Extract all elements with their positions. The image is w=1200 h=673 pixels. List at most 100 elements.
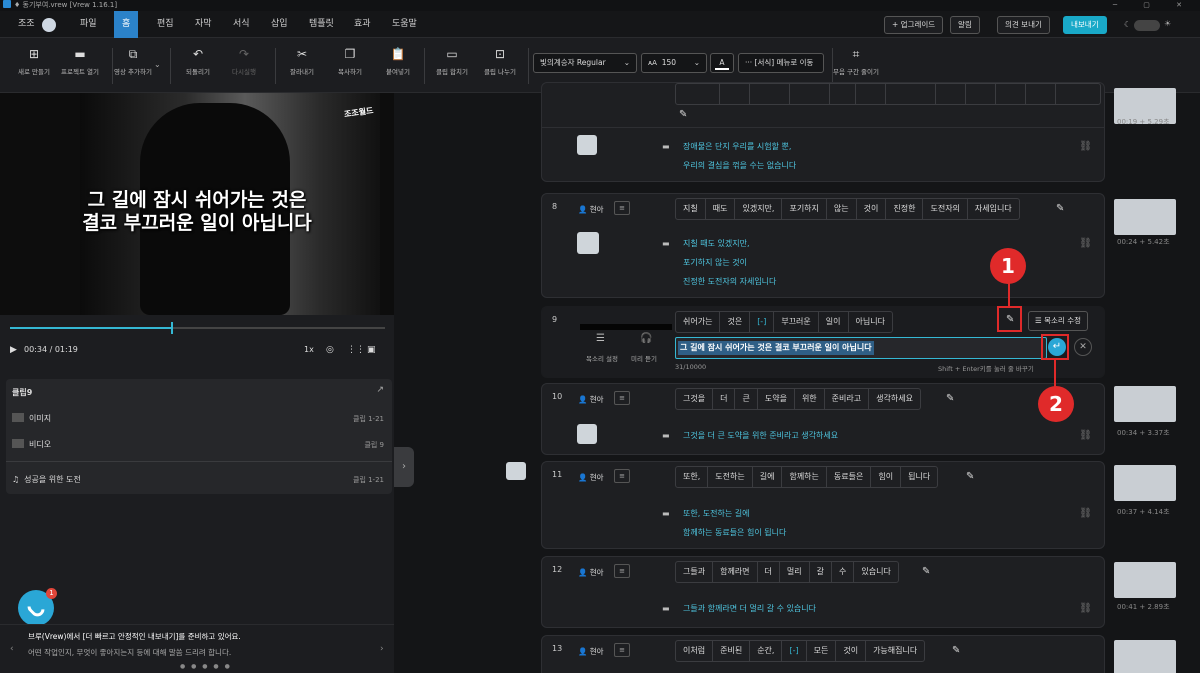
link-icon[interactable]: ⛓: [1079, 238, 1092, 249]
chevron-right-icon[interactable]: ›: [380, 644, 384, 654]
headphones-icon[interactable]: 🎧: [640, 333, 652, 344]
video-preview[interactable]: 조조월드 그 길에 잠시 쉬어가는 것은 결코 부끄러운 일이 아닙니다: [0, 93, 394, 315]
menu-file[interactable]: 파일: [80, 11, 97, 38]
pencil-icon[interactable]: ✎: [679, 109, 687, 120]
pager-dots[interactable]: ● ● ● ● ●: [180, 663, 232, 670]
char-counter: 31/10000: [675, 363, 707, 371]
subtitle-edit-input[interactable]: 그 길에 잠시 쉬어가는 것은 결코 부끄러운 일이 아닙니다: [675, 337, 1047, 359]
notice-banner: 브루(Vrew)에서 [더 빠르고 안정적인 내보내기]를 준비하고 있어요. …: [0, 624, 394, 673]
menu-icon[interactable]: ≡: [614, 391, 630, 405]
speed-button[interactable]: 1x: [304, 345, 314, 354]
paste-button[interactable]: 📋 붙여넣기: [372, 47, 424, 76]
pencil-icon[interactable]: ✎: [966, 471, 974, 482]
scissors-icon: ✂: [296, 47, 308, 61]
link-icon[interactable]: ⛓: [1079, 508, 1092, 519]
menu-icon[interactable]: ≡: [614, 469, 630, 483]
close-icon[interactable]: ✕: [1074, 338, 1092, 356]
menu-template[interactable]: 템플릿: [309, 11, 334, 38]
pencil-icon[interactable]: ✎: [922, 566, 930, 577]
feedback-button[interactable]: 의견 보내기: [997, 16, 1050, 34]
link-icon[interactable]: ⛓: [1079, 603, 1092, 614]
speaker-label[interactable]: 👤 현아: [578, 646, 604, 657]
clip-card-13[interactable]: 13 👤 현아 ≡ 이처럼 준비된 순간, [-] 모든 것이 가능해집니다 ✎: [541, 635, 1105, 673]
upgrade-button[interactable]: + 업그레이드: [884, 16, 944, 34]
clip-card-7[interactable]: ✎ ▬ 장애물은 단지 우리를 시험할 뿐, 우리의 결심을 꺾을 수는 없습니…: [541, 82, 1105, 182]
user-name: 조조: [18, 19, 35, 29]
capture-icon[interactable]: ◎: [326, 345, 334, 355]
clip-thumbnail[interactable]: [577, 135, 597, 155]
font-color-button[interactable]: A: [710, 53, 734, 73]
clip-thumbnail[interactable]: [577, 232, 599, 254]
timeline-thumbnail[interactable]: [1114, 465, 1176, 501]
progress-knob[interactable]: [171, 322, 174, 334]
redo-button[interactable]: ↷ 다시실행: [218, 47, 270, 76]
menu-home[interactable]: 홈: [114, 11, 139, 38]
menu-insert[interactable]: 삽입: [271, 11, 288, 38]
sliders-icon[interactable]: ☰: [596, 333, 605, 344]
speaker-label[interactable]: 👤 현아: [578, 204, 604, 215]
timeline-thumbnail[interactable]: [1114, 386, 1176, 422]
menu-effects[interactable]: 효과: [354, 11, 371, 38]
speaker-label[interactable]: 👤 현아: [578, 567, 604, 578]
font-select[interactable]: 빛의계승자 Regular ⌄: [533, 53, 637, 73]
grid-icon[interactable]: ⋮⋮: [347, 345, 365, 355]
format-menu-button[interactable]: ··· [서식] 메뉴로 이동: [738, 53, 824, 73]
clip-thumbnail[interactable]: [577, 424, 597, 444]
floating-thumbnail[interactable]: [506, 462, 526, 480]
speaker-label[interactable]: 👤 현아: [578, 394, 604, 405]
open-project-button[interactable]: ▬ 프로젝트 열기: [54, 47, 106, 76]
copy-button[interactable]: ❐ 복사하기: [324, 47, 376, 76]
collapse-panel-button[interactable]: ›: [394, 447, 414, 487]
reduce-silence-button[interactable]: ⌗ 무음 구간 줄이기: [830, 47, 882, 76]
clip-card-11[interactable]: 11 👤 현아 ≡ 또한, 도전하는 길에 함께하는 동료들은 힘이 됩니다 ✎ ▬ 또한,…: [541, 461, 1105, 549]
menu-subtitle[interactable]: 자막: [195, 11, 212, 38]
pencil-icon[interactable]: ✎: [946, 393, 954, 404]
timeline-thumbnail[interactable]: [1114, 562, 1176, 598]
font-size-select[interactable]: ᴀA 150 ⌄: [641, 53, 707, 73]
split-clip-button[interactable]: ⊡ 클립 나누기: [474, 47, 526, 76]
fullscreen-icon[interactable]: ▣: [367, 345, 376, 355]
chevron-down-icon: ⌄: [623, 58, 630, 67]
pencil-icon[interactable]: ✎: [1056, 203, 1064, 214]
avatar-icon[interactable]: [42, 18, 56, 32]
pencil-icon[interactable]: ✎: [952, 645, 960, 656]
clip-card-10[interactable]: 10 👤 현아 ≡ 그것을 더 큰 도약을 위한 준비라고 생각하세요 ✎ ▬ 그것을 더 …: [541, 383, 1105, 455]
text-icon: ▬: [662, 431, 670, 440]
link-icon[interactable]: ⛓: [1079, 430, 1092, 441]
menu-bar: 조조 파일 홈 편집 자막 서식 삽입 템플릿 효과 도움말 + 업그레이드 알…: [0, 11, 1200, 38]
menu-icon[interactable]: ≡: [614, 564, 630, 578]
menu-icon[interactable]: ≡: [614, 201, 630, 215]
timeline-thumbnail[interactable]: [1114, 640, 1176, 673]
link-icon[interactable]: ⛓: [1079, 141, 1092, 152]
clip-card-12[interactable]: 12 👤 현아 ≡ 그들과 함께라면 더 멀리 갈 수 있습니다 ✎ ▬ 그들과 함께라면 …: [541, 556, 1105, 628]
clip-row-image[interactable]: 이미지: [12, 413, 51, 424]
new-button[interactable]: ⊞ 새로 만들기: [8, 47, 60, 76]
plus-icon: ⊞: [28, 47, 40, 61]
add-video-button[interactable]: ⧉ 영상 추가하기: [110, 47, 156, 76]
export-button[interactable]: 내보내기: [1063, 16, 1107, 34]
chat-badge: 1: [46, 588, 57, 599]
timeline-thumbnail[interactable]: [1114, 199, 1176, 235]
merge-clip-button[interactable]: ▭ 클립 합치기: [426, 47, 478, 76]
menu-icon[interactable]: ≡: [614, 643, 630, 657]
chevron-left-icon[interactable]: ‹: [10, 644, 14, 654]
cut-button[interactable]: ✂ 잘라내기: [276, 47, 328, 76]
speaker-label[interactable]: 👤 현아: [578, 472, 604, 483]
window-controls[interactable]: ─ ▢ ✕: [1113, 0, 1194, 11]
clip-card-8[interactable]: 8 👤 현아 ≡ 지칠 때도 있겠지만, 포기하지 않는 것이 진정한 도전자의 자세입니다 ✎…: [541, 193, 1105, 298]
menu-help[interactable]: 도움말: [392, 11, 417, 38]
external-link-icon[interactable]: ↗: [376, 385, 384, 395]
menu-format[interactable]: 서식: [233, 11, 250, 38]
undo-button[interactable]: ↶ 되돌리기: [172, 47, 224, 76]
clip-row-video[interactable]: 비디오: [12, 439, 51, 450]
menu-edit[interactable]: 편집: [157, 11, 174, 38]
play-icon[interactable]: ▶: [10, 345, 17, 355]
theme-toggle[interactable]: [1134, 20, 1160, 31]
timeline-progress[interactable]: [10, 322, 385, 334]
alarm-button[interactable]: 알림: [950, 16, 980, 34]
clip-row-music[interactable]: ♫ 성공을 위한 도전: [12, 474, 81, 485]
chevron-down-icon[interactable]: ⌄: [154, 60, 161, 69]
voice-edit-button[interactable]: ☰ 목소리 수정: [1028, 311, 1089, 331]
word-chips: 그것을 더 큰 도약을 위한 준비라고 생각하세요: [675, 388, 921, 410]
word-chips: 이처럼 준비된 순간, [-] 모든 것이 가능해집니다: [675, 640, 926, 662]
